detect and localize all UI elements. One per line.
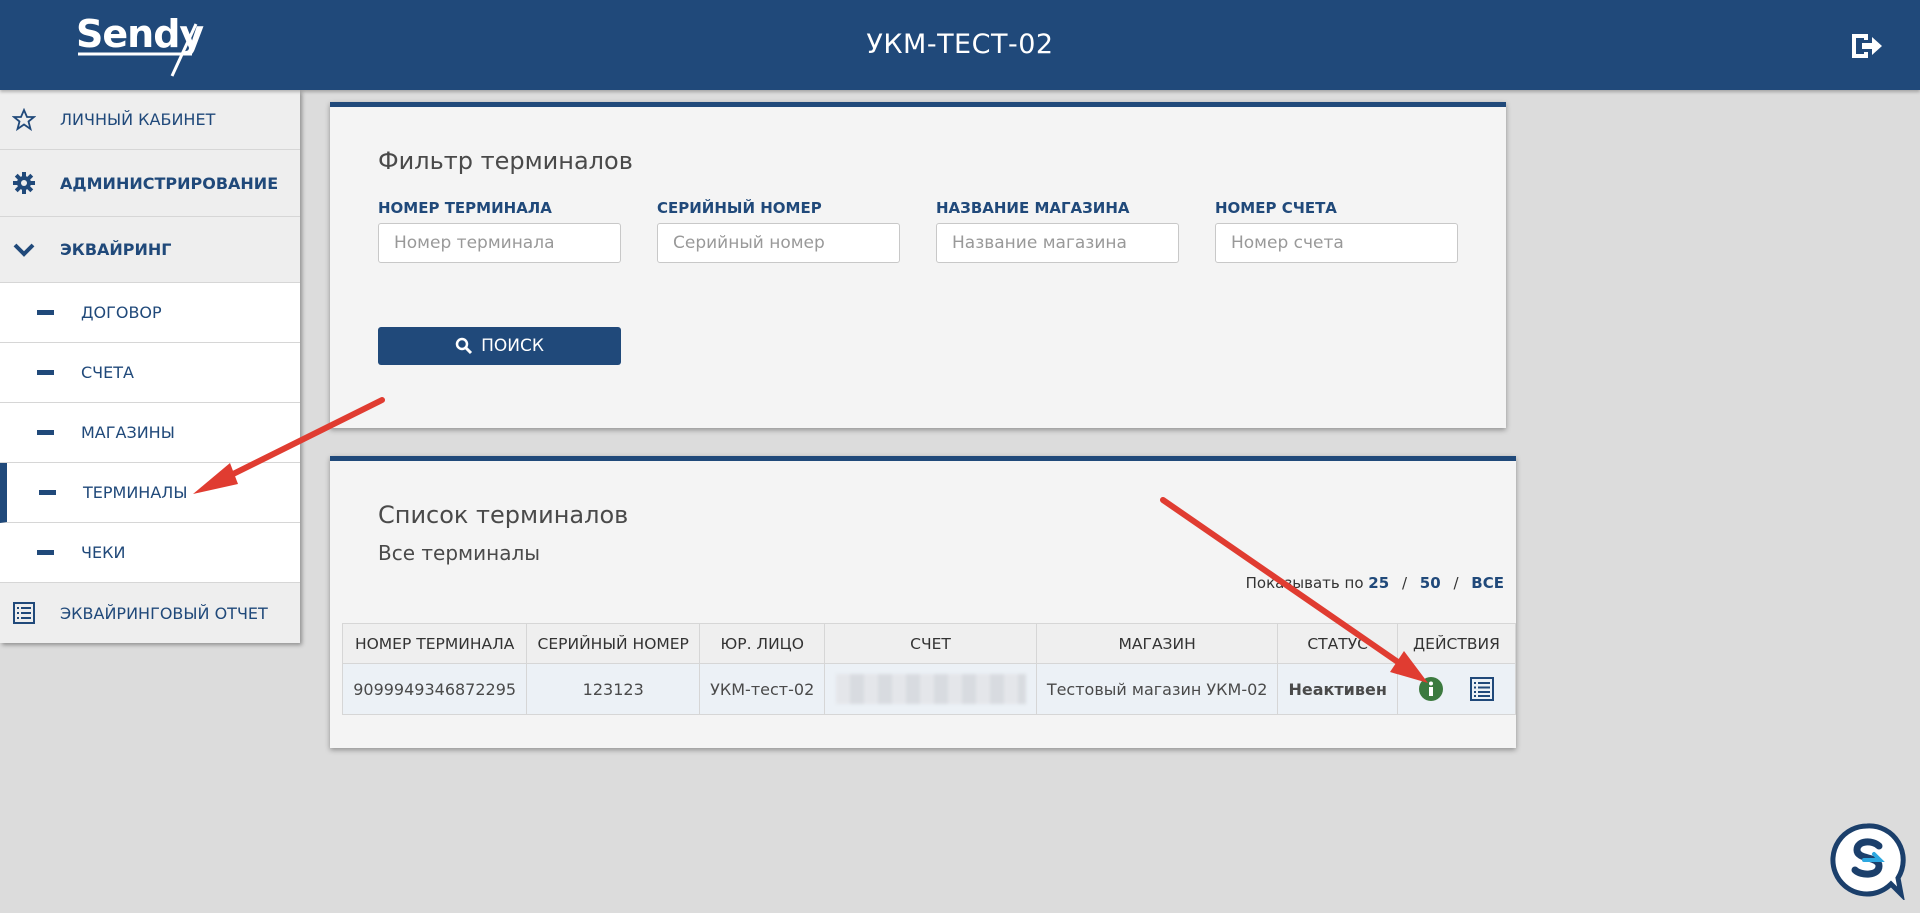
shop-cell: Тестовый магазин УКМ-02 — [1035, 663, 1279, 715]
serial-number-input[interactable] — [657, 223, 900, 263]
column-header[interactable]: Счет — [824, 623, 1037, 664]
dash-icon — [39, 490, 56, 495]
redacted-account — [835, 674, 1026, 704]
per-page-label: Показывать по — [1245, 574, 1364, 592]
terminal-number-cell: 9099949346872295 — [341, 663, 528, 715]
sidebar: Личный кабинет Администрирование Эквайри… — [0, 90, 300, 643]
actions-cell — [1396, 663, 1517, 715]
account-number-field: Номер счета — [1215, 199, 1458, 263]
filter-title: Фильтр терминалов — [378, 147, 633, 175]
legal-entity-cell: УКМ-тест-02 — [699, 663, 826, 715]
sidebar-item-label: Администрирование — [60, 173, 279, 193]
terminal-number-field: Номер терминала — [378, 199, 621, 263]
dash-icon — [37, 430, 54, 435]
list-subtitle: Все терминалы — [378, 541, 541, 565]
top-bar: Sendy УКМ-ТЕСТ-02 — [0, 0, 1920, 90]
shop-name-field: Название магазина — [936, 199, 1179, 263]
sidebar-item-label: Эквайринг — [60, 240, 172, 259]
sidebar-subitem-shops[interactable]: Магазины — [0, 403, 300, 463]
column-header[interactable]: Номер терминала — [341, 623, 528, 664]
search-button-label: Поиск — [481, 336, 544, 356]
sidebar-item-admin[interactable]: Администрирование — [0, 150, 300, 217]
field-label: Номер терминала — [378, 199, 552, 217]
serial-number-field: Серийный номер — [657, 199, 900, 263]
per-page-25[interactable]: 25 — [1368, 574, 1389, 592]
gear-icon — [13, 172, 35, 194]
field-label: Название магазина — [936, 199, 1130, 217]
shop-name-input[interactable] — [936, 223, 1179, 263]
terminal-number-input[interactable] — [378, 223, 621, 263]
sidebar-subitem-contract[interactable]: Договор — [0, 283, 300, 343]
status-badge: Неактивен — [1277, 663, 1398, 715]
logout-icon[interactable] — [1848, 28, 1884, 64]
serial-number-cell: 123123 — [526, 663, 701, 715]
chevron-down-icon — [13, 243, 35, 257]
table-header-row: Номер терминала Серийный номер Юр. лицо … — [341, 623, 1517, 664]
account-number-input[interactable] — [1215, 223, 1458, 263]
dash-icon — [37, 550, 54, 555]
sidebar-item-label: Счета — [81, 363, 134, 382]
per-page-selector: Показывать по 25 / 50 / ВСЕ — [1245, 574, 1504, 592]
info-icon[interactable] — [1418, 676, 1444, 702]
sidebar-item-report[interactable]: Эквайринговый отчет — [0, 583, 300, 643]
sidebar-item-label: Договор — [81, 303, 162, 322]
list-title: Список терминалов — [378, 501, 629, 529]
list-icon[interactable] — [1469, 676, 1495, 702]
terminals-list-panel: Список терминалов Все терминалы Показыва… — [330, 456, 1517, 748]
column-header: Действия — [1396, 623, 1517, 664]
field-label: Номер счета — [1215, 199, 1337, 217]
dash-icon — [37, 310, 54, 315]
per-page-all[interactable]: ВСЕ — [1471, 574, 1504, 592]
page-title: УКМ-ТЕСТ-02 — [866, 29, 1054, 60]
sidebar-item-label: Терминалы — [83, 483, 188, 502]
sidebar-item-label: Магазины — [81, 423, 175, 442]
per-page-50[interactable]: 50 — [1420, 574, 1441, 592]
sidebar-subitem-accounts[interactable]: Счета — [0, 343, 300, 403]
sidebar-item-acquiring[interactable]: Эквайринг — [0, 217, 300, 283]
table-row: 9099949346872295 123123 УКМ-тест-02 Тест… — [341, 663, 1517, 715]
field-label: Серийный номер — [657, 199, 822, 217]
sidebar-item-cabinet[interactable]: Личный кабинет — [0, 90, 300, 150]
column-header[interactable]: Статус — [1277, 623, 1398, 664]
account-cell — [824, 663, 1037, 715]
sidebar-subitem-receipts[interactable]: Чеки — [0, 523, 300, 583]
sidebar-item-label: Эквайринговый отчет — [60, 603, 268, 623]
sidebar-item-label: Личный кабинет — [60, 110, 216, 129]
column-header[interactable]: Юр. лицо — [699, 623, 826, 664]
column-header[interactable]: Серийный номер — [526, 623, 701, 664]
sidebar-item-label: Чеки — [81, 543, 126, 562]
support-chat-icon[interactable] — [1828, 822, 1906, 900]
list-icon — [13, 602, 35, 624]
star-icon — [12, 108, 36, 132]
terminals-table: Номер терминала Серийный номер Юр. лицо … — [341, 623, 1517, 715]
filter-panel: Фильтр терминалов Номер терминала Серийн… — [330, 102, 1506, 428]
dash-icon — [37, 370, 54, 375]
search-icon — [455, 337, 473, 355]
column-header[interactable]: Магазин — [1035, 623, 1279, 664]
search-button[interactable]: Поиск — [378, 327, 621, 365]
sidebar-subitem-terminals[interactable]: Терминалы — [0, 463, 300, 523]
